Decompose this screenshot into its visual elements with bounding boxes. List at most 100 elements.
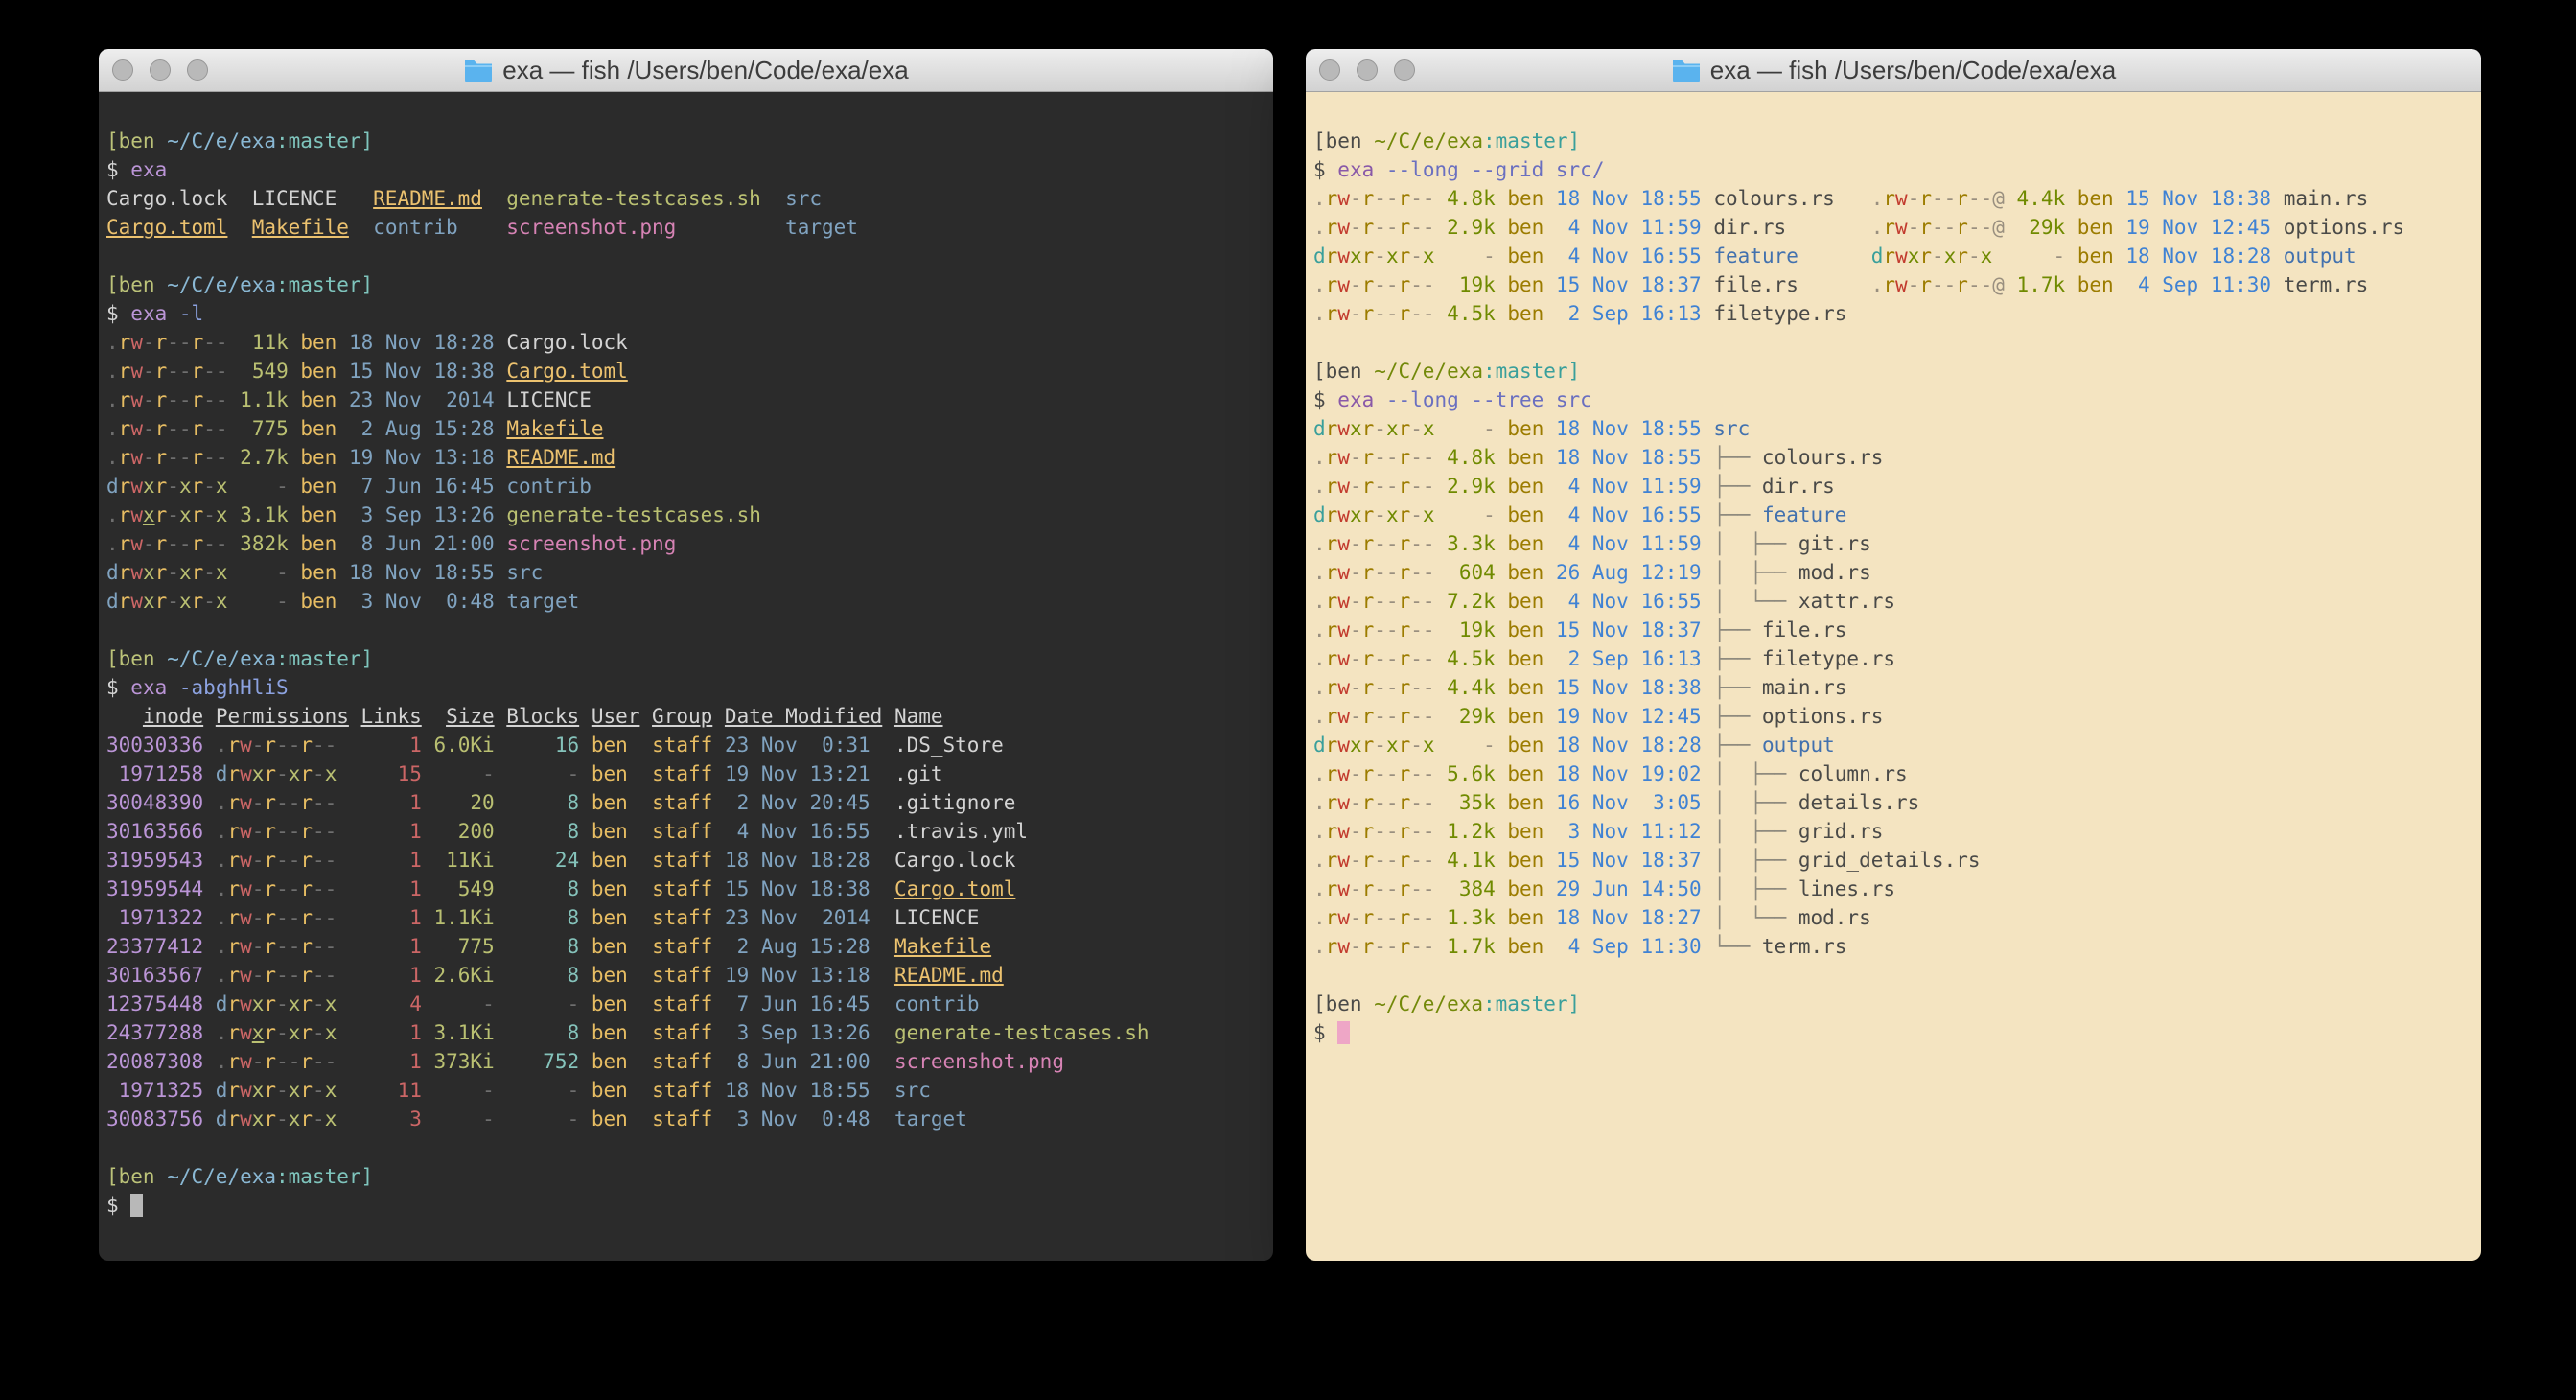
- text-segment: 30048390: [106, 791, 216, 814]
- text-segment: x: [325, 1108, 337, 1131]
- text-segment: file.rs: [1713, 273, 1870, 296]
- text-segment: -: [1350, 216, 1362, 239]
- text-segment: ben: [1507, 216, 1556, 239]
- text-segment: ben: [300, 388, 349, 411]
- text-segment: --: [167, 388, 191, 411]
- text-segment: .: [1313, 762, 1326, 785]
- text-segment: --: [1410, 187, 1434, 210]
- text-segment: 1: [337, 935, 433, 958]
- text-segment: .: [1871, 273, 1884, 296]
- text-segment: r: [1399, 906, 1411, 929]
- text-segment: --: [1374, 820, 1398, 843]
- text-segment: .: [106, 503, 119, 526]
- text-segment: x: [325, 992, 337, 1015]
- text-segment: -: [506, 1079, 592, 1102]
- text-segment: r: [1326, 906, 1338, 929]
- text-segment: ├──: [1713, 647, 1762, 670]
- text-segment: .: [1871, 187, 1884, 210]
- text-segment: r: [192, 417, 204, 440]
- text-segment: .: [1313, 849, 1326, 872]
- text-segment: r: [155, 360, 168, 383]
- text-segment: --: [1410, 532, 1434, 555]
- text-segment: r: [1399, 705, 1411, 728]
- text-segment: r: [300, 1108, 313, 1131]
- text-segment: --: [1968, 187, 1992, 210]
- text-segment: -: [1435, 503, 1508, 526]
- terminal-line: .rw-r--r-- 1.1k ben 23 Nov 2014 LICENCE: [106, 385, 1264, 414]
- folder-icon: [463, 58, 494, 82]
- text-segment: r: [192, 446, 204, 469]
- text-segment: r: [1362, 561, 1375, 584]
- text-segment: 23377412: [106, 935, 216, 958]
- text-segment: .: [106, 532, 119, 555]
- text-segment: r: [264, 1050, 276, 1073]
- text-segment: x: [179, 503, 192, 526]
- text-segment: -: [276, 992, 289, 1015]
- text-segment: x: [1423, 503, 1435, 526]
- text-segment: ben: [1507, 187, 1556, 210]
- text-segment: r: [1326, 245, 1338, 268]
- terminal-line: $: [1313, 1018, 2472, 1047]
- left-terminal-output[interactable]: [ben ~/C/e/exa:master]$ exaCargo.lock LI…: [99, 92, 1273, 1261]
- text-segment: .: [1313, 590, 1326, 613]
- text-segment: r: [1326, 302, 1338, 325]
- text-segment: w: [1895, 273, 1908, 296]
- text-segment: r: [1362, 302, 1375, 325]
- text-segment: -: [1374, 503, 1386, 526]
- text-segment: 2 Nov 20:45: [725, 791, 894, 814]
- text-segment: r: [1362, 906, 1375, 929]
- text-segment: .: [1313, 561, 1326, 584]
- terminal-line: 31959543 .rw-r--r-- 1 11Ki 24 ben staff …: [106, 846, 1264, 875]
- text-segment: :master]: [1483, 129, 1580, 152]
- text-segment: -: [252, 964, 265, 987]
- text-segment: r: [1326, 676, 1338, 699]
- text-segment: r: [192, 590, 204, 613]
- text-segment: ├──: [1713, 705, 1762, 728]
- terminal-line: .rw-r--r-- 1.3k ben 18 Nov 18:27 │ └── m…: [1313, 903, 2472, 932]
- terminal-line: .rw-r--r-- 5.6k ben 18 Nov 19:02 │ ├── c…: [1313, 759, 2472, 788]
- text-segment: -: [228, 590, 301, 613]
- text-segment: 3.1k: [228, 503, 301, 526]
- text-segment: [349, 705, 361, 728]
- text-segment: r: [1326, 877, 1338, 900]
- text-segment: 4 Nov 16:55: [1556, 503, 1713, 526]
- text-segment: r: [119, 360, 131, 383]
- text-segment: r: [264, 906, 276, 929]
- text-segment: .: [216, 849, 228, 872]
- text-segment: 1.1Ki: [433, 906, 506, 929]
- text-segment: [ben: [106, 647, 167, 670]
- text-segment: 1971258: [106, 762, 216, 785]
- text-segment: contrib: [373, 216, 458, 239]
- desktop: { "window_title": "exa — fish /Users/ben…: [0, 0, 2576, 1400]
- text-segment: w: [130, 446, 143, 469]
- text-segment: filetype.rs: [1713, 302, 1846, 325]
- right-terminal-output[interactable]: [ben ~/C/e/exa:master]$ exa --long --gri…: [1306, 92, 2481, 1261]
- text-segment: src: [894, 1079, 931, 1102]
- text-segment: --: [1374, 705, 1398, 728]
- text-segment: r: [264, 935, 276, 958]
- text-segment: r: [1883, 216, 1895, 239]
- terminal-line: drwxr-xr-x - ben 4 Nov 16:55 feature drw…: [1313, 242, 2472, 270]
- text-segment: r: [1326, 762, 1338, 785]
- text-segment: r: [300, 1021, 313, 1044]
- text-segment: --: [1374, 475, 1398, 498]
- text-segment: ├──: [1713, 446, 1762, 469]
- text-segment: r: [119, 532, 131, 555]
- text-segment: 3.1Ki: [434, 1021, 507, 1044]
- text-segment: d: [1313, 734, 1326, 757]
- text-segment: r: [264, 1021, 276, 1044]
- right-terminal-window: exa — fish /Users/ben/Code/exa/exa [ben …: [1306, 49, 2481, 1261]
- text-segment: .: [1313, 877, 1326, 900]
- text-segment: --: [1374, 216, 1398, 239]
- text-segment: x: [252, 1108, 265, 1131]
- text-segment: 15 Nov 18:38: [349, 360, 506, 383]
- right-titlebar[interactable]: exa — fish /Users/ben/Code/exa/exa: [1306, 49, 2481, 92]
- text-segment: ~/C/e/exa: [167, 273, 276, 296]
- left-titlebar[interactable]: exa — fish /Users/ben/Code/exa/exa: [99, 49, 1273, 92]
- text-segment: 1: [337, 734, 433, 757]
- text-segment: -: [434, 992, 507, 1015]
- terminal-line: 20087308 .rw-r--r-- 1 373Ki 752 ben staf…: [106, 1047, 1264, 1076]
- text-segment: src: [785, 187, 822, 210]
- text-segment: $: [106, 158, 130, 181]
- text-segment: -: [1350, 705, 1362, 728]
